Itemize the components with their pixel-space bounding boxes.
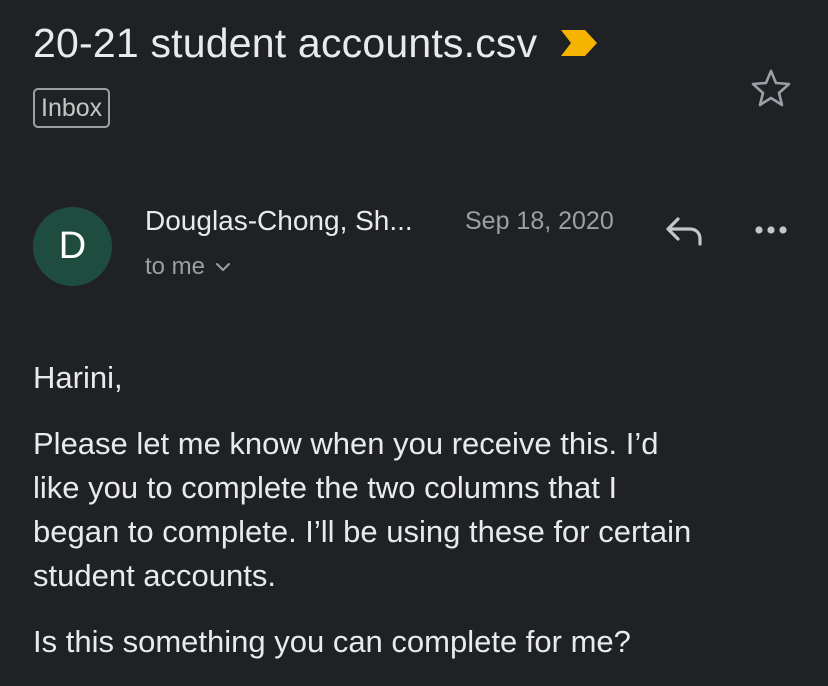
sender-name[interactable]: Douglas-Chong, Sh... (145, 203, 445, 239)
email-body: Harini, Please let me know when you rece… (33, 356, 808, 686)
chevron-down-icon (216, 263, 231, 271)
importance-marker-icon[interactable] (561, 30, 598, 56)
more-options-icon[interactable] (752, 218, 790, 242)
body-line: student accounts. (33, 558, 276, 593)
email-date: Sep 18, 2020 (465, 207, 614, 235)
email-subject: 20-21 student accounts.csv (33, 20, 538, 66)
body-line: began to complete. I’ll be using these f… (33, 514, 692, 549)
recipients-text: to me (145, 253, 206, 280)
email-greeting: Harini, (33, 360, 123, 395)
email-paragraph-partial: Is this something you can complete for m… (33, 624, 631, 659)
recipients-toggle[interactable]: to me (145, 252, 231, 282)
email-paragraph: Please let me know when you receive this… (33, 422, 808, 598)
sender-avatar[interactable]: D (33, 207, 112, 286)
body-line: Please let me know when you receive this… (33, 426, 659, 461)
reply-icon[interactable] (663, 214, 705, 248)
inbox-label[interactable]: Inbox (33, 88, 111, 128)
subject-header: 20-21 student accounts.csv (33, 18, 598, 68)
star-icon[interactable] (751, 68, 791, 108)
body-line: like you to complete the two columns tha… (33, 470, 618, 505)
